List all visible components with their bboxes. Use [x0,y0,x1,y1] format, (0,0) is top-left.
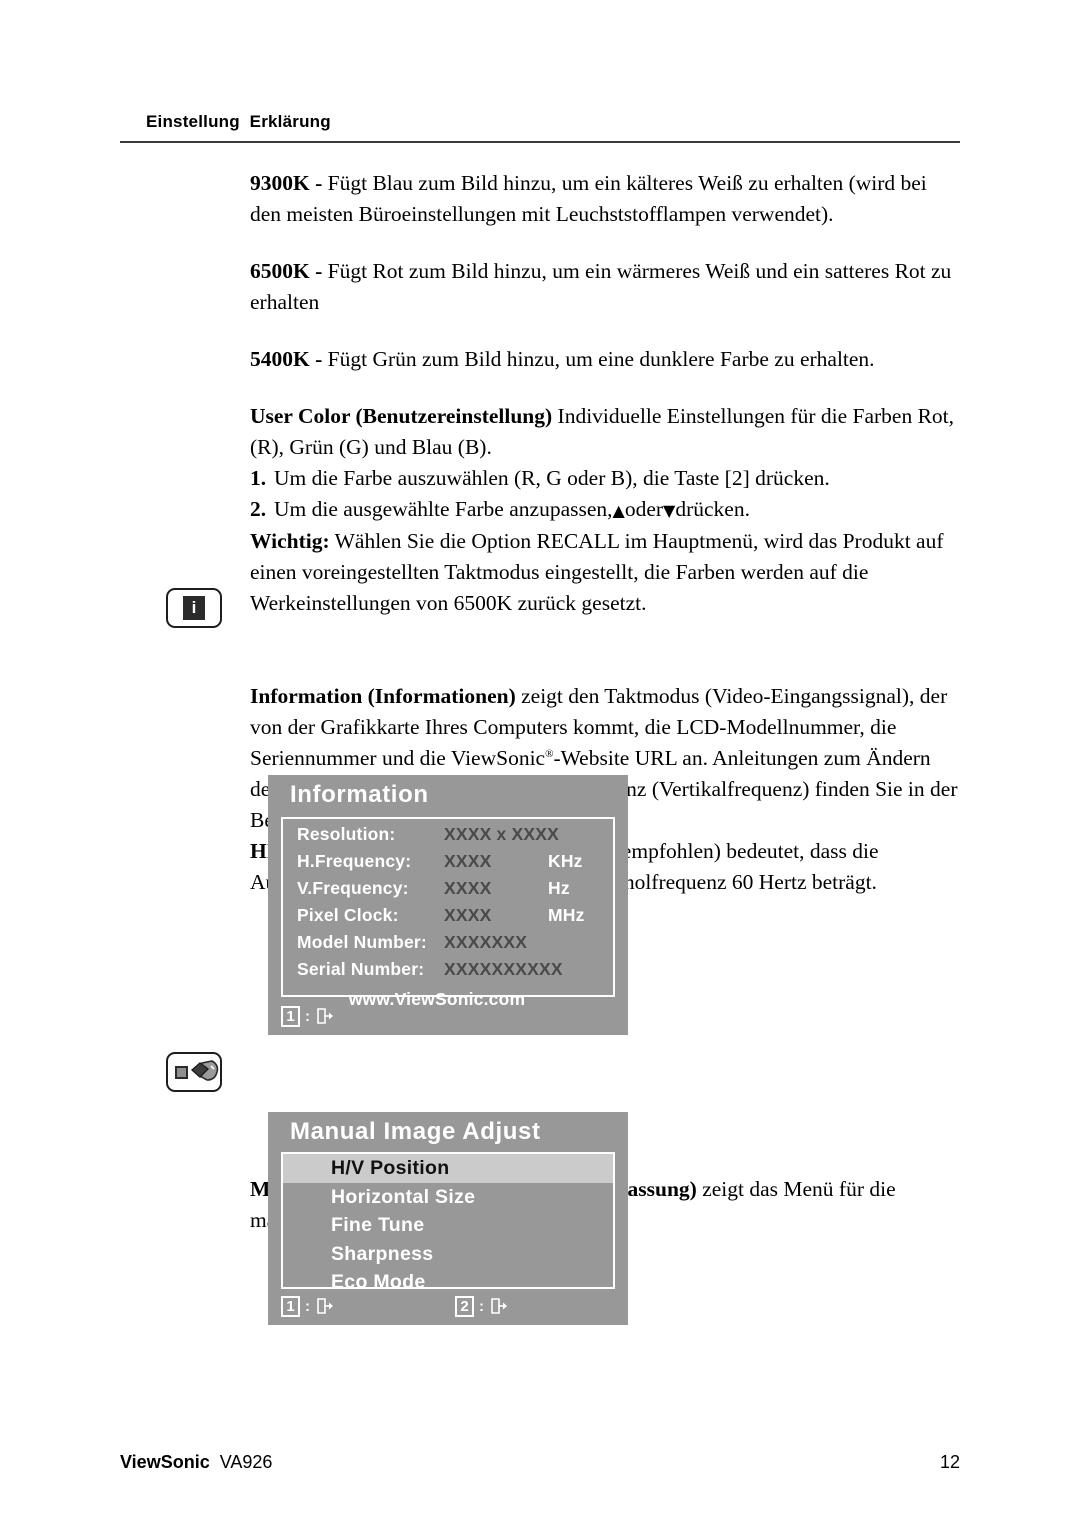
page-number: 12 [939,1452,960,1472]
osd-key-1: 1 [281,1295,300,1317]
term-9300k: 9300K - [250,171,328,195]
header-divider [120,141,960,143]
page-footer: ViewSonic VA926 12 [120,1452,960,1473]
info-value: XXXX [444,878,492,898]
description-9300k: Fügt Blau zum Bild hinzu, um ein kältere… [250,171,927,226]
paragraph-6500k: 6500K - Fügt Rot zum Bild hinzu, um ein … [250,256,962,318]
user-color-steps: 1. Um die Farbe auszuwählen (R, G oder B)… [250,463,962,526]
info-label: Serial Number: [297,959,425,979]
osd-information-frame: Resolution: XXXX x XXXX H.Frequency: XXX… [281,817,615,1009]
paragraph-wichtig: Wichtig: Wählen Sie die Option RECALL im… [250,526,962,619]
document-page: Einstellung Erklärung 9300K - Fügt Blau … [0,0,1080,1527]
term-wichtig: Wichtig: [250,529,330,553]
info-label: Resolution: [297,824,396,844]
term-user-color: User Color (Benutzereinstellung) [250,404,553,428]
term-6500k: 6500K - [250,259,328,283]
osd-hint-select[interactable]: 2 : [455,1295,509,1317]
osd-hint-colon: : [305,1297,310,1315]
osd-information-title: Information [290,781,429,808]
exit-icon [317,1298,333,1314]
info-row-pixel-clock: Pixel Clock: XXXX MHz [283,905,613,932]
list-text-after: drücken. [675,497,750,521]
info-label: Model Number: [297,932,427,952]
image-adjust-icon [166,1052,222,1092]
paragraph-9300k: 9300K - Fügt Blau zum Bild hinzu, um ein… [250,168,962,230]
brand-name: ViewSonic [120,1452,210,1472]
page-content: 9300K - Fügt Blau zum Bild hinzu, um ein… [250,168,962,1236]
info-value: XXXX [444,851,492,871]
description-6500k: Fügt Rot zum Bild hinzu, um ein wärmeres… [250,259,952,314]
model-name: VA926 [219,1452,273,1472]
info-row-resolution: Resolution: XXXX x XXXX [283,824,613,851]
info-unit: KHz [548,851,583,871]
osd-hint-exit[interactable]: 1 : [281,1005,335,1027]
triangle-up-icon: ▲ [612,501,625,520]
description-5400k: Fügt Grün zum Bild hinzu, um eine dunkle… [327,347,875,371]
image-adjust-square-glyph [175,1066,188,1079]
info-row-h-frequency: H.Frequency: XXXX KHz [283,851,613,878]
osd-key-1: 1 [281,1005,300,1027]
info-value: XXXXXXXXXX [444,959,563,979]
info-row-model-number: Model Number: XXXXXXX [283,932,613,959]
image-adjust-cube-glyph [190,1060,219,1081]
info-row-serial-number: Serial Number: XXXXXXXXXX [283,959,613,986]
list-number: 1. [250,466,267,490]
info-value: XXXX x XXXX [444,824,560,844]
info-icon-letter: i [183,596,205,620]
header-title: Einstellung Erklärung [146,112,331,131]
list-item: 1. Um die Farbe auszuwählen (R, G oder B)… [250,463,962,494]
osd-hint-colon: : [479,1297,484,1315]
term-information: Information (Informationen) [250,684,516,708]
osd-manual-image-adjust-panel: Manual Image Adjust H/V Position Horizon… [268,1112,628,1325]
osd-manual-image-adjust-items: H/V Position Horizontal Size Fine Tune S… [283,1154,613,1297]
osd-key-2: 2 [455,1295,474,1317]
exit-icon [491,1298,507,1314]
triangle-down-icon: ▼ [663,501,676,520]
osd-information-rows: Resolution: XXXX x XXXX H.Frequency: XXX… [283,819,613,1013]
exit-icon [317,1008,333,1024]
menu-item-sharpness[interactable]: Sharpness [283,1240,613,1269]
menu-item-hv-position[interactable]: H/V Position [283,1154,613,1183]
list-text: Um die Farbe auszuwählen (R, G oder B), … [274,466,830,490]
info-icon: i [166,588,222,628]
osd-manual-image-adjust-hint-bar: 1 : 2 : [281,1293,615,1319]
info-label: Pixel Clock: [297,905,399,925]
info-unit: Hz [548,878,570,898]
list-text-before: Um die ausgewählte Farbe anzupassen, [274,497,613,521]
osd-hint-exit[interactable]: 1 : [281,1295,335,1317]
osd-manual-image-adjust-frame: H/V Position Horizontal Size Fine Tune S… [281,1152,615,1293]
info-label: H.Frequency: [297,851,412,871]
footer-product: ViewSonic VA926 [120,1452,272,1473]
info-unit: MHz [548,905,585,925]
paragraph-user-color: User Color (Benutzereinstellung) Individ… [250,401,962,463]
info-value: XXXX [444,905,492,925]
info-row-v-frequency: V.Frequency: XXXX Hz [283,878,613,905]
info-value: XXXXXXX [444,932,528,952]
osd-information-panel: Information Resolution: XXXX x XXXX H.Fr… [268,775,628,1035]
running-header: Einstellung Erklärung [120,112,960,143]
info-label: V.Frequency: [297,878,409,898]
osd-manual-image-adjust-title: Manual Image Adjust [290,1118,541,1145]
list-text-middle: oder [624,497,664,521]
paragraph-5400k: 5400K - Fügt Grün zum Bild hinzu, um ein… [250,344,962,375]
osd-hint-colon: : [305,1007,310,1025]
menu-item-horizontal-size[interactable]: Horizontal Size [283,1183,613,1212]
osd-information-hint-bar: 1 : [281,1003,615,1029]
description-wichtig: Wählen Sie die Option RECALL im Hauptmen… [250,529,944,615]
menu-item-fine-tune[interactable]: Fine Tune [283,1211,613,1240]
list-number: 2. [250,497,267,521]
list-item: 2. Um die ausgewählte Farbe anzupassen,▲o… [250,494,962,526]
term-5400k: 5400K - [250,347,328,371]
